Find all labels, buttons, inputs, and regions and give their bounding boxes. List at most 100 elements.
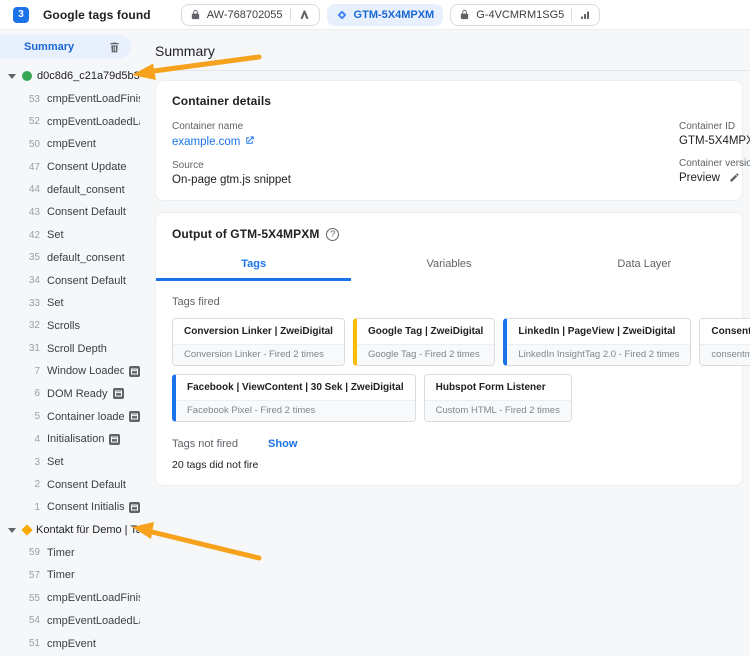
chevron-down-icon[interactable] [8, 528, 16, 533]
event-row[interactable]: 54 cmpEventLoadedLayer... [0, 610, 140, 633]
event-row[interactable]: 59Timer [0, 541, 140, 564]
event-group-page[interactable]: d0c8d6_c21a79d5b3ec6... [0, 65, 140, 88]
event-label: Timer [47, 569, 75, 581]
container-version-value: Preview [679, 172, 720, 184]
pill-label: AW-768702055 [207, 9, 283, 21]
event-label: cmpEvent [47, 638, 96, 650]
external-link-icon [244, 135, 255, 149]
orange-diamond-icon [21, 524, 32, 535]
pill-ga4-property[interactable]: G-4VCMRM1SG5 [450, 4, 600, 26]
lock-icon [190, 9, 201, 20]
sidebar-item-summary[interactable]: Summary [0, 35, 131, 59]
event-label: Scrolls [47, 320, 80, 332]
analytics-bars-icon [579, 9, 591, 21]
event-number: 34 [20, 275, 40, 286]
event-label: cmpEventLoadedLayer... [47, 116, 140, 128]
event-row[interactable]: 55cmpEventLoadFinished [0, 587, 140, 610]
output-title: Output of GTM-5X4MPXM [172, 227, 319, 241]
event-row[interactable]: 34Consent Default [0, 269, 140, 292]
event-number: 52 [20, 116, 40, 127]
lock-icon [459, 9, 470, 20]
gtm-diamond-icon [336, 9, 348, 21]
tag-card-google-tag[interactable]: Google Tag | ZweiDigital Google Tag - Fi… [353, 318, 495, 366]
event-label: Set [47, 456, 64, 468]
pill-gtm-container[interactable]: GTM-5X4MPXM [327, 4, 444, 26]
event-label: default_consent [47, 252, 125, 264]
event-number: 54 [20, 615, 40, 626]
event-number: 35 [20, 252, 40, 263]
main-panel: Summary Container details Container name… [140, 30, 750, 656]
event-row[interactable]: 44default_consent [0, 178, 140, 201]
tag-card-conversion-linker[interactable]: Conversion Linker | ZweiDigital Conversi… [172, 318, 345, 366]
event-row[interactable]: 47 Consent Update [0, 156, 140, 179]
event-row[interactable]: 2Consent Default [0, 473, 140, 496]
event-row[interactable]: 57Timer [0, 564, 140, 587]
output-card: Output of GTM-5X4MPXM ? Tags Variables D… [155, 212, 743, 486]
tab-tags[interactable]: Tags [156, 252, 351, 281]
tag-pills: AW-768702055 GTM-5X4MPXM G-4VCMRM1SG5 [181, 4, 601, 26]
event-row[interactable]: 5Container loaded [0, 405, 140, 428]
container-name-link[interactable]: example.com [172, 135, 255, 149]
pill-label: GTM-5X4MPXM [354, 9, 435, 21]
source-label: Source [172, 160, 679, 171]
container-details-title: Container details [172, 94, 726, 108]
event-number: 53 [20, 94, 40, 105]
event-number: 6 [20, 388, 40, 399]
event-group-kontakt[interactable]: Kontakt für Demo | Taxy.... [0, 519, 140, 542]
group-label: Kontakt für Demo | Taxy.... [36, 524, 140, 536]
event-row[interactable]: 42Set [0, 224, 140, 247]
tag-title: Google Tag | ZweiDigital [357, 319, 494, 344]
window-badge-icon [113, 388, 124, 399]
tag-card-linkedin-pageview[interactable]: LinkedIn | PageView | ZweiDigital Linked… [503, 318, 691, 366]
event-row[interactable]: 7Window Loaded [0, 360, 140, 383]
show-link[interactable]: Show [268, 438, 297, 450]
event-row[interactable]: 6DOM Ready [0, 383, 140, 406]
tag-card-hubspot-form-listener[interactable]: Hubspot Form Listener Custom HTML - Fire… [424, 374, 572, 422]
tab-variables[interactable]: Variables [351, 252, 546, 281]
event-label: Container loaded [47, 411, 124, 423]
window-badge-icon [129, 502, 140, 513]
help-icon[interactable]: ? [326, 228, 339, 241]
event-label: Scroll Depth [47, 343, 107, 355]
tab-data-layer[interactable]: Data Layer [547, 252, 742, 281]
event-number: 50 [20, 139, 40, 150]
green-dot-icon [22, 71, 32, 81]
event-number: 2 [20, 479, 40, 490]
event-row[interactable]: 51cmpEvent [0, 632, 140, 655]
event-row[interactable]: 4Initialisation [0, 428, 140, 451]
pill-label: G-4VCMRM1SG5 [476, 9, 564, 21]
event-number: 31 [20, 343, 40, 354]
event-row[interactable]: 3Set [0, 451, 140, 474]
tag-card-consent-manager[interactable]: Consent Manager consentmanager.net CMP &… [699, 318, 750, 366]
tag-subtitle: Google Tag - Fired 2 times [357, 344, 494, 365]
event-label: cmpEventLoadedLayer... [47, 615, 140, 627]
tag-subtitle: LinkedIn InsightTag 2.0 - Fired 2 times [507, 344, 690, 365]
event-label: Consent Update [47, 161, 127, 173]
container-id-value: GTM-5X4MPXM [679, 135, 750, 147]
tag-card-facebook-viewcontent[interactable]: Facebook | ViewContent | 30 Sek | ZweiDi… [172, 374, 416, 422]
pill-aw-account[interactable]: AW-768702055 [181, 4, 320, 26]
event-label: Set [47, 229, 64, 241]
event-row[interactable]: 52 cmpEventLoadedLayer... [0, 110, 140, 133]
event-row[interactable]: 35 default_consent [0, 247, 140, 270]
topbar-title: Google tags found [43, 8, 151, 22]
pencil-icon[interactable] [729, 174, 740, 186]
tag-title: Hubspot Form Listener [425, 375, 571, 400]
tag-title: Conversion Linker | ZweiDigital [173, 319, 344, 344]
event-number: 47 [20, 162, 40, 173]
trash-icon[interactable] [108, 41, 121, 54]
window-badge-icon [129, 366, 140, 377]
container-details-card: Container details Container name example… [155, 80, 743, 201]
event-row[interactable]: 31 Scroll Depth [0, 337, 140, 360]
output-tabs: Tags Variables Data Layer [156, 252, 742, 281]
event-row[interactable]: 50cmpEvent [0, 133, 140, 156]
chevron-down-icon[interactable] [8, 74, 16, 79]
event-label: Consent Default [47, 206, 126, 218]
event-row[interactable]: 1Consent Initialisation [0, 496, 140, 519]
event-number: 44 [20, 184, 40, 195]
event-row[interactable]: 53cmpEventLoadFinished [0, 88, 140, 111]
event-row[interactable]: 43Consent Default [0, 201, 140, 224]
event-row[interactable]: 33Set [0, 292, 140, 315]
google-ads-icon [298, 8, 311, 21]
event-row[interactable]: 32Scrolls [0, 315, 140, 338]
